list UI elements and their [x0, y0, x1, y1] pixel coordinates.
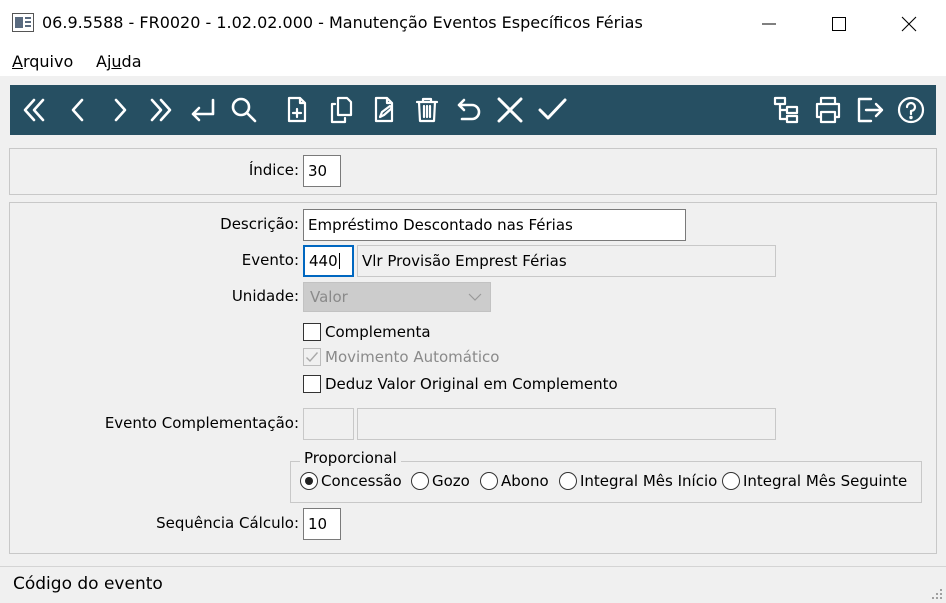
previous-record-icon[interactable]: [60, 91, 96, 129]
close-icon: [901, 16, 917, 32]
unidade-label: Unidade:: [231, 287, 299, 305]
help-icon[interactable]: [893, 91, 929, 129]
descricao-label: Descrição:: [220, 215, 299, 233]
menu-ajuda-mnemonic: u: [111, 52, 122, 71]
indice-label: Índice:: [248, 161, 299, 179]
delete-icon[interactable]: [409, 91, 445, 129]
menu-ajuda-label-start: Aj: [96, 52, 112, 71]
minimize-icon: [762, 23, 776, 25]
evento-complementacao-label: Evento Complementação:: [104, 414, 299, 432]
menu-bar: Arquivo Ajuda: [0, 48, 946, 76]
checkbox-box: [303, 348, 321, 366]
radio-concessao[interactable]: Concessão: [300, 472, 402, 490]
evento-description-value: Vlr Provisão Emprest Férias: [362, 252, 567, 270]
window-title: 06.9.5588 - FR0020 - 1.02.02.000 - Manut…: [42, 13, 643, 32]
radio-dot: [559, 472, 577, 490]
radio-dot: [480, 472, 498, 490]
radio-concessao-label: Concessão: [321, 472, 402, 490]
indice-value: 30: [308, 162, 328, 180]
maximize-button[interactable]: [816, 0, 862, 48]
menu-arquivo[interactable]: Arquivo: [12, 52, 73, 71]
maximize-icon: [832, 17, 846, 31]
text-caret: [338, 253, 340, 269]
resize-grip-icon[interactable]: [931, 588, 943, 600]
status-bar: Código do evento: [0, 566, 946, 603]
evento-description-field: Vlr Provisão Emprest Férias: [357, 245, 776, 277]
app-window-icon[interactable]: [12, 13, 34, 32]
title-bar: 06.9.5588 - FR0020 - 1.02.02.000 - Manut…: [0, 0, 946, 48]
descricao-value: Empréstimo Descontado nas Férias: [308, 216, 573, 234]
first-record-icon[interactable]: [16, 91, 52, 129]
sequencia-calculo-label: Sequência Cálculo:: [156, 514, 299, 532]
radio-gozo[interactable]: Gozo: [411, 472, 470, 490]
radio-abono[interactable]: Abono: [480, 472, 549, 490]
chevron-down-icon: [468, 293, 482, 301]
undo-icon[interactable]: [451, 91, 487, 129]
status-text: Código do evento: [13, 574, 163, 594]
evento-code-field[interactable]: 440: [303, 245, 354, 277]
edit-document-icon[interactable]: [367, 91, 403, 129]
checkbox-box: [303, 323, 321, 341]
movimento-automatico-label: Movimento Automático: [325, 348, 500, 366]
checkmark-icon: [306, 352, 319, 363]
evento-code-value: 440: [309, 252, 338, 270]
menu-ajuda-label-end: da: [121, 52, 142, 71]
goto-icon[interactable]: [184, 91, 220, 129]
exit-icon[interactable]: [852, 91, 888, 129]
menu-arquivo-label: rquivo: [22, 52, 74, 71]
menu-arquivo-mnemonic: A: [12, 52, 23, 71]
radio-dot: [722, 472, 740, 490]
toolbar: [10, 85, 936, 135]
radio-gozo-label: Gozo: [432, 472, 470, 490]
cancel-icon[interactable]: [492, 91, 528, 129]
complementa-label: Complementa: [325, 323, 431, 341]
indice-field[interactable]: 30: [303, 155, 341, 187]
radio-dot: [300, 472, 318, 490]
copy-document-icon[interactable]: [324, 91, 360, 129]
descricao-field[interactable]: Empréstimo Descontado nas Férias: [303, 209, 686, 241]
tree-icon[interactable]: [768, 91, 804, 129]
deduz-valor-checkbox[interactable]: Deduz Valor Original em Complemento: [303, 375, 618, 393]
last-record-icon[interactable]: [143, 91, 179, 129]
evento-complementacao-description-field: [357, 408, 776, 440]
radio-integral-mes-seguinte-label: Integral Mês Seguinte: [743, 472, 908, 490]
sequencia-calculo-value: 10: [308, 515, 328, 533]
movimento-automatico-checkbox: Movimento Automático: [303, 348, 499, 366]
index-panel: [9, 148, 937, 195]
unidade-value: Valor: [310, 288, 348, 306]
confirm-icon[interactable]: [534, 91, 570, 129]
radio-dot: [411, 472, 429, 490]
radio-integral-mes-inicio[interactable]: Integral Mês Início: [559, 472, 717, 490]
radio-abono-label: Abono: [501, 472, 549, 490]
complementa-checkbox[interactable]: Complementa: [303, 323, 431, 341]
deduz-valor-label: Deduz Valor Original em Complemento: [325, 375, 618, 393]
search-icon[interactable]: [226, 91, 262, 129]
sequencia-calculo-field[interactable]: 10: [303, 508, 341, 540]
unidade-select[interactable]: Valor: [303, 282, 491, 312]
menu-ajuda[interactable]: Ajuda: [96, 52, 142, 71]
evento-label: Evento:: [241, 251, 299, 269]
radio-integral-mes-seguinte[interactable]: Integral Mês Seguinte: [722, 472, 907, 490]
proporcional-legend: Proporcional: [300, 449, 401, 467]
minimize-button[interactable]: [746, 0, 792, 48]
new-document-icon[interactable]: [280, 91, 316, 129]
evento-complementacao-code-field: [303, 408, 354, 440]
checkbox-box: [303, 375, 321, 393]
close-button[interactable]: [886, 0, 932, 48]
next-record-icon[interactable]: [102, 91, 138, 129]
radio-integral-mes-inicio-label: Integral Mês Início: [580, 472, 718, 490]
print-icon[interactable]: [810, 91, 846, 129]
